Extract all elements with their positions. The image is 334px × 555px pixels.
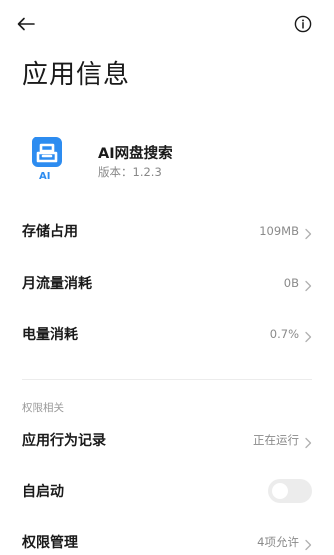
permission-management-value: 4项允许 — [257, 535, 299, 549]
chevron-right-icon — [304, 434, 312, 449]
arrow-left-icon — [16, 16, 36, 36]
permissions-section-label: 权限相关 — [22, 402, 64, 414]
autostart-label: 自启动 — [22, 484, 64, 500]
permission-management-label: 权限管理 — [22, 535, 78, 551]
storage-value: 109MB — [259, 224, 299, 238]
autostart-row: 自启动 — [0, 471, 334, 511]
data-usage-value: 0B — [283, 276, 299, 290]
app-behavior-value: 正在运行 — [253, 433, 299, 447]
app-behavior-row[interactable]: 应用行为记录 正在运行 — [0, 420, 334, 460]
info-circle-icon — [294, 15, 312, 37]
chevron-right-icon — [304, 225, 312, 240]
battery-usage-value: 0.7% — [269, 327, 299, 341]
app-behavior-label: 应用行为记录 — [22, 433, 106, 449]
chevron-right-icon — [304, 328, 312, 343]
toggle-knob — [272, 483, 288, 499]
storage-row[interactable]: 存储占用 109MB — [0, 211, 334, 251]
app-summary: AI AI网盘搜索 版本：1.2.3 — [22, 131, 312, 187]
app-version-label: 版本： — [98, 165, 133, 179]
chevron-right-icon — [304, 536, 312, 551]
app-version: 版本：1.2.3 — [98, 164, 162, 180]
section-divider — [22, 379, 312, 380]
svg-text:AI: AI — [39, 171, 50, 181]
chevron-right-icon — [304, 277, 312, 292]
data-usage-label: 月流量消耗 — [22, 276, 92, 292]
top-bar — [0, 14, 334, 38]
permission-management-row[interactable]: 权限管理 4项允许 — [0, 522, 334, 555]
storage-label: 存储占用 — [22, 224, 78, 240]
battery-usage-row[interactable]: 电量消耗 0.7% — [0, 314, 334, 354]
back-button[interactable] — [16, 14, 44, 38]
info-button[interactable] — [292, 15, 314, 37]
autostart-toggle[interactable] — [268, 479, 312, 503]
battery-usage-label: 电量消耗 — [22, 327, 78, 343]
app-info-screen: 应用信息 AI AI网盘搜索 版本：1.2.3 存储占用 109MB 月流量消耗… — [0, 0, 334, 555]
data-usage-row[interactable]: 月流量消耗 0B — [0, 263, 334, 303]
app-logo-icon: AI — [22, 131, 72, 182]
app-name: AI网盘搜索 — [98, 146, 173, 162]
app-version-number: 1.2.3 — [132, 165, 162, 179]
page-title: 应用信息 — [22, 60, 131, 90]
